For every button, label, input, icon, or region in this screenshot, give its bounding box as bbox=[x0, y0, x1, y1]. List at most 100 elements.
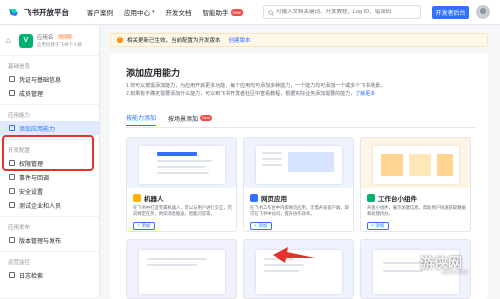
preview-line bbox=[262, 152, 282, 154]
preview-line bbox=[264, 270, 299, 272]
search-box[interactable] bbox=[263, 5, 421, 19]
app-icon: V bbox=[18, 33, 33, 48]
card-preview bbox=[127, 240, 236, 298]
sidebar-item-label: 成员管理 bbox=[19, 91, 44, 98]
new-badge: new bbox=[230, 8, 243, 16]
app-meta: 应用名 测试版 应用创建于飞书个人版 bbox=[37, 33, 82, 48]
sidebar-item-add-capability[interactable]: 添加应用能力 bbox=[0, 121, 99, 135]
preview-line bbox=[147, 258, 207, 260]
sidebar-item-label: 添加应用能力 bbox=[19, 126, 56, 133]
card-title-text: 网页应用 bbox=[261, 196, 287, 203]
web-app-icon bbox=[250, 194, 258, 202]
preview-content bbox=[288, 152, 334, 172]
banner-text: 相关更新已生效，当前配置为开发版本 bbox=[127, 38, 221, 44]
preview-widget bbox=[409, 154, 431, 176]
logo-text: 飞书开放平台 bbox=[24, 7, 69, 17]
card-title-text: 工作台小组件 bbox=[378, 196, 417, 203]
sidebar-section-release: 应用发布 bbox=[8, 225, 31, 231]
nav-label: 开发文档 bbox=[165, 10, 192, 17]
sidebar-item-label: 事件与回调 bbox=[19, 175, 50, 182]
preview-line bbox=[157, 160, 212, 162]
divider bbox=[0, 251, 99, 252]
robot-icon bbox=[133, 194, 141, 202]
capability-card-partial[interactable] bbox=[126, 239, 237, 299]
sidebar-item-security[interactable]: 安全设置 bbox=[0, 184, 99, 198]
card-preview bbox=[127, 138, 236, 188]
sidebar-item-logs[interactable]: 日志检索 bbox=[0, 268, 99, 282]
logo[interactable]: 飞书开放平台 bbox=[8, 7, 69, 18]
sidebar-section-monitor: 运营监控 bbox=[8, 260, 31, 266]
main-nav: 客户案例 应用中心 ▾ 开发文档 智能助手 new bbox=[87, 7, 243, 17]
card-preview bbox=[361, 138, 470, 188]
widget-icon bbox=[367, 194, 375, 202]
add-web-app-button[interactable]: + 添加 bbox=[250, 222, 272, 230]
nav-item-docs[interactable]: 开发文档 bbox=[166, 7, 192, 17]
sidebar-item-credentials[interactable]: 凭证与基础信息 bbox=[0, 72, 99, 86]
page-title: 添加应用能力 bbox=[126, 68, 181, 78]
desc-line-1: 1.你可以按需添加能力，为应用开启更多功能，每个应用均可添加多种能力，一个能力均… bbox=[126, 83, 386, 89]
tab-label: 按场景添加 bbox=[168, 116, 199, 123]
preview-line bbox=[262, 158, 282, 160]
app-subtitle: 应用创建于飞书个人版 bbox=[36, 42, 82, 47]
users-icon bbox=[9, 202, 15, 208]
nav-label: 应用中心 bbox=[124, 10, 150, 17]
app-header: ⌂ V 应用名 测试版 应用创建于飞书个人版 bbox=[0, 26, 99, 56]
shield-icon bbox=[9, 188, 15, 194]
learn-more-link[interactable]: 了解更多 bbox=[355, 91, 375, 97]
tab-by-scenario[interactable]: 按场景添加 New bbox=[168, 113, 213, 126]
developer-console-button[interactable]: 开发者后台 bbox=[432, 6, 469, 19]
home-icon[interactable]: ⌂ bbox=[6, 36, 11, 45]
card-description: 在飞书工作台中内嵌网页应用，无需开发客户端，即可在飞书中访问，提升协作效率。 bbox=[250, 205, 349, 216]
panel-description: 1.你可以按需添加能力，为应用开启更多功能，每个应用均可添加多种能力，一个能力均… bbox=[126, 82, 385, 98]
feishu-logo-icon bbox=[8, 7, 20, 17]
divider bbox=[0, 104, 99, 105]
log-icon bbox=[9, 272, 15, 278]
nav-item-assistant[interactable]: 智能助手 new bbox=[203, 7, 243, 17]
add-widget-button[interactable]: + 添加 bbox=[367, 222, 389, 230]
desc-line-2: 2.如果有不确定需要添加什么能力，可以到飞书开发者社区中查看教程，根据实际业务添… bbox=[126, 91, 356, 97]
preview-line bbox=[262, 164, 282, 166]
capability-card-web-app[interactable]: 网页应用 在飞书工作台中内嵌网页应用，无需开发客户端，即可在飞书中访问，提升协作… bbox=[243, 137, 354, 232]
app-name: 应用名 bbox=[36, 35, 54, 41]
key-icon bbox=[9, 76, 15, 82]
app-version-tag: 测试版 bbox=[56, 34, 74, 40]
avatar[interactable] bbox=[476, 5, 490, 19]
grid-icon bbox=[9, 125, 15, 131]
nav-label: 智能助手 bbox=[202, 10, 229, 17]
event-icon bbox=[9, 174, 15, 180]
sidebar-item-label: 版本管理与发布 bbox=[19, 238, 62, 245]
capability-card-bot[interactable]: 机器人 在飞书中打造专属机器人，可以与用户进行交互，完成特定任务，例如消息推送、… bbox=[126, 137, 237, 232]
preview-widget bbox=[437, 154, 453, 176]
top-navigation-bar: 飞书开放平台 客户案例 应用中心 ▾ 开发文档 智能助手 new 开发者后台 bbox=[0, 0, 500, 25]
preview-line bbox=[157, 166, 205, 168]
preview-line bbox=[157, 172, 209, 174]
tab-by-capability[interactable]: 按能力添加 bbox=[126, 113, 157, 126]
sidebar-item-events[interactable]: 事件与回调 bbox=[0, 170, 99, 184]
sidebar-item-label: 日志检索 bbox=[19, 273, 44, 280]
create-version-link[interactable]: 创建版本 bbox=[229, 36, 251, 44]
card-preview bbox=[244, 138, 353, 188]
card-description: 在飞书中打造专属机器人，可以与用户进行交互，完成特定任务，例如消息推送、智能问答… bbox=[133, 205, 232, 216]
search-input[interactable] bbox=[276, 9, 420, 15]
user-icon bbox=[9, 90, 15, 96]
nav-item-cases[interactable]: 客户案例 bbox=[87, 7, 113, 17]
nav-item-app-center[interactable]: 应用中心 ▾ bbox=[124, 7, 155, 17]
sidebar-item-versions[interactable]: 版本管理与发布 bbox=[0, 233, 99, 247]
sidebar-item-test-users[interactable]: 测试企业和人员 bbox=[0, 198, 99, 212]
preview-line bbox=[383, 270, 423, 272]
version-icon bbox=[9, 237, 15, 243]
sidebar-item-label: 安全设置 bbox=[19, 189, 44, 196]
update-banner: ! 相关更新已生效，当前配置为开发版本 创建版本 bbox=[110, 33, 488, 47]
tab-label: 按能力添加 bbox=[126, 116, 157, 122]
capability-card-widget[interactable]: 工作台小组件 开放小组件，展示关键信息，帮助用户快速获取数据和处理待办。 + 添… bbox=[360, 137, 471, 232]
tabs: 按能力添加 按场景添加 New bbox=[126, 113, 213, 126]
add-bot-button[interactable]: + 添加 bbox=[133, 222, 155, 230]
sidebar-item-label: 测试企业和人员 bbox=[19, 203, 62, 210]
watermark-sub: ALI213.NET bbox=[442, 270, 470, 276]
chevron-down-icon: ▾ bbox=[152, 9, 155, 15]
nav-label: 客户案例 bbox=[87, 10, 113, 17]
card-title-text: 机器人 bbox=[144, 196, 164, 203]
annotation-arrow-icon bbox=[273, 247, 315, 263]
sidebar-item-members[interactable]: 成员管理 bbox=[0, 86, 99, 100]
search-icon bbox=[268, 3, 274, 21]
